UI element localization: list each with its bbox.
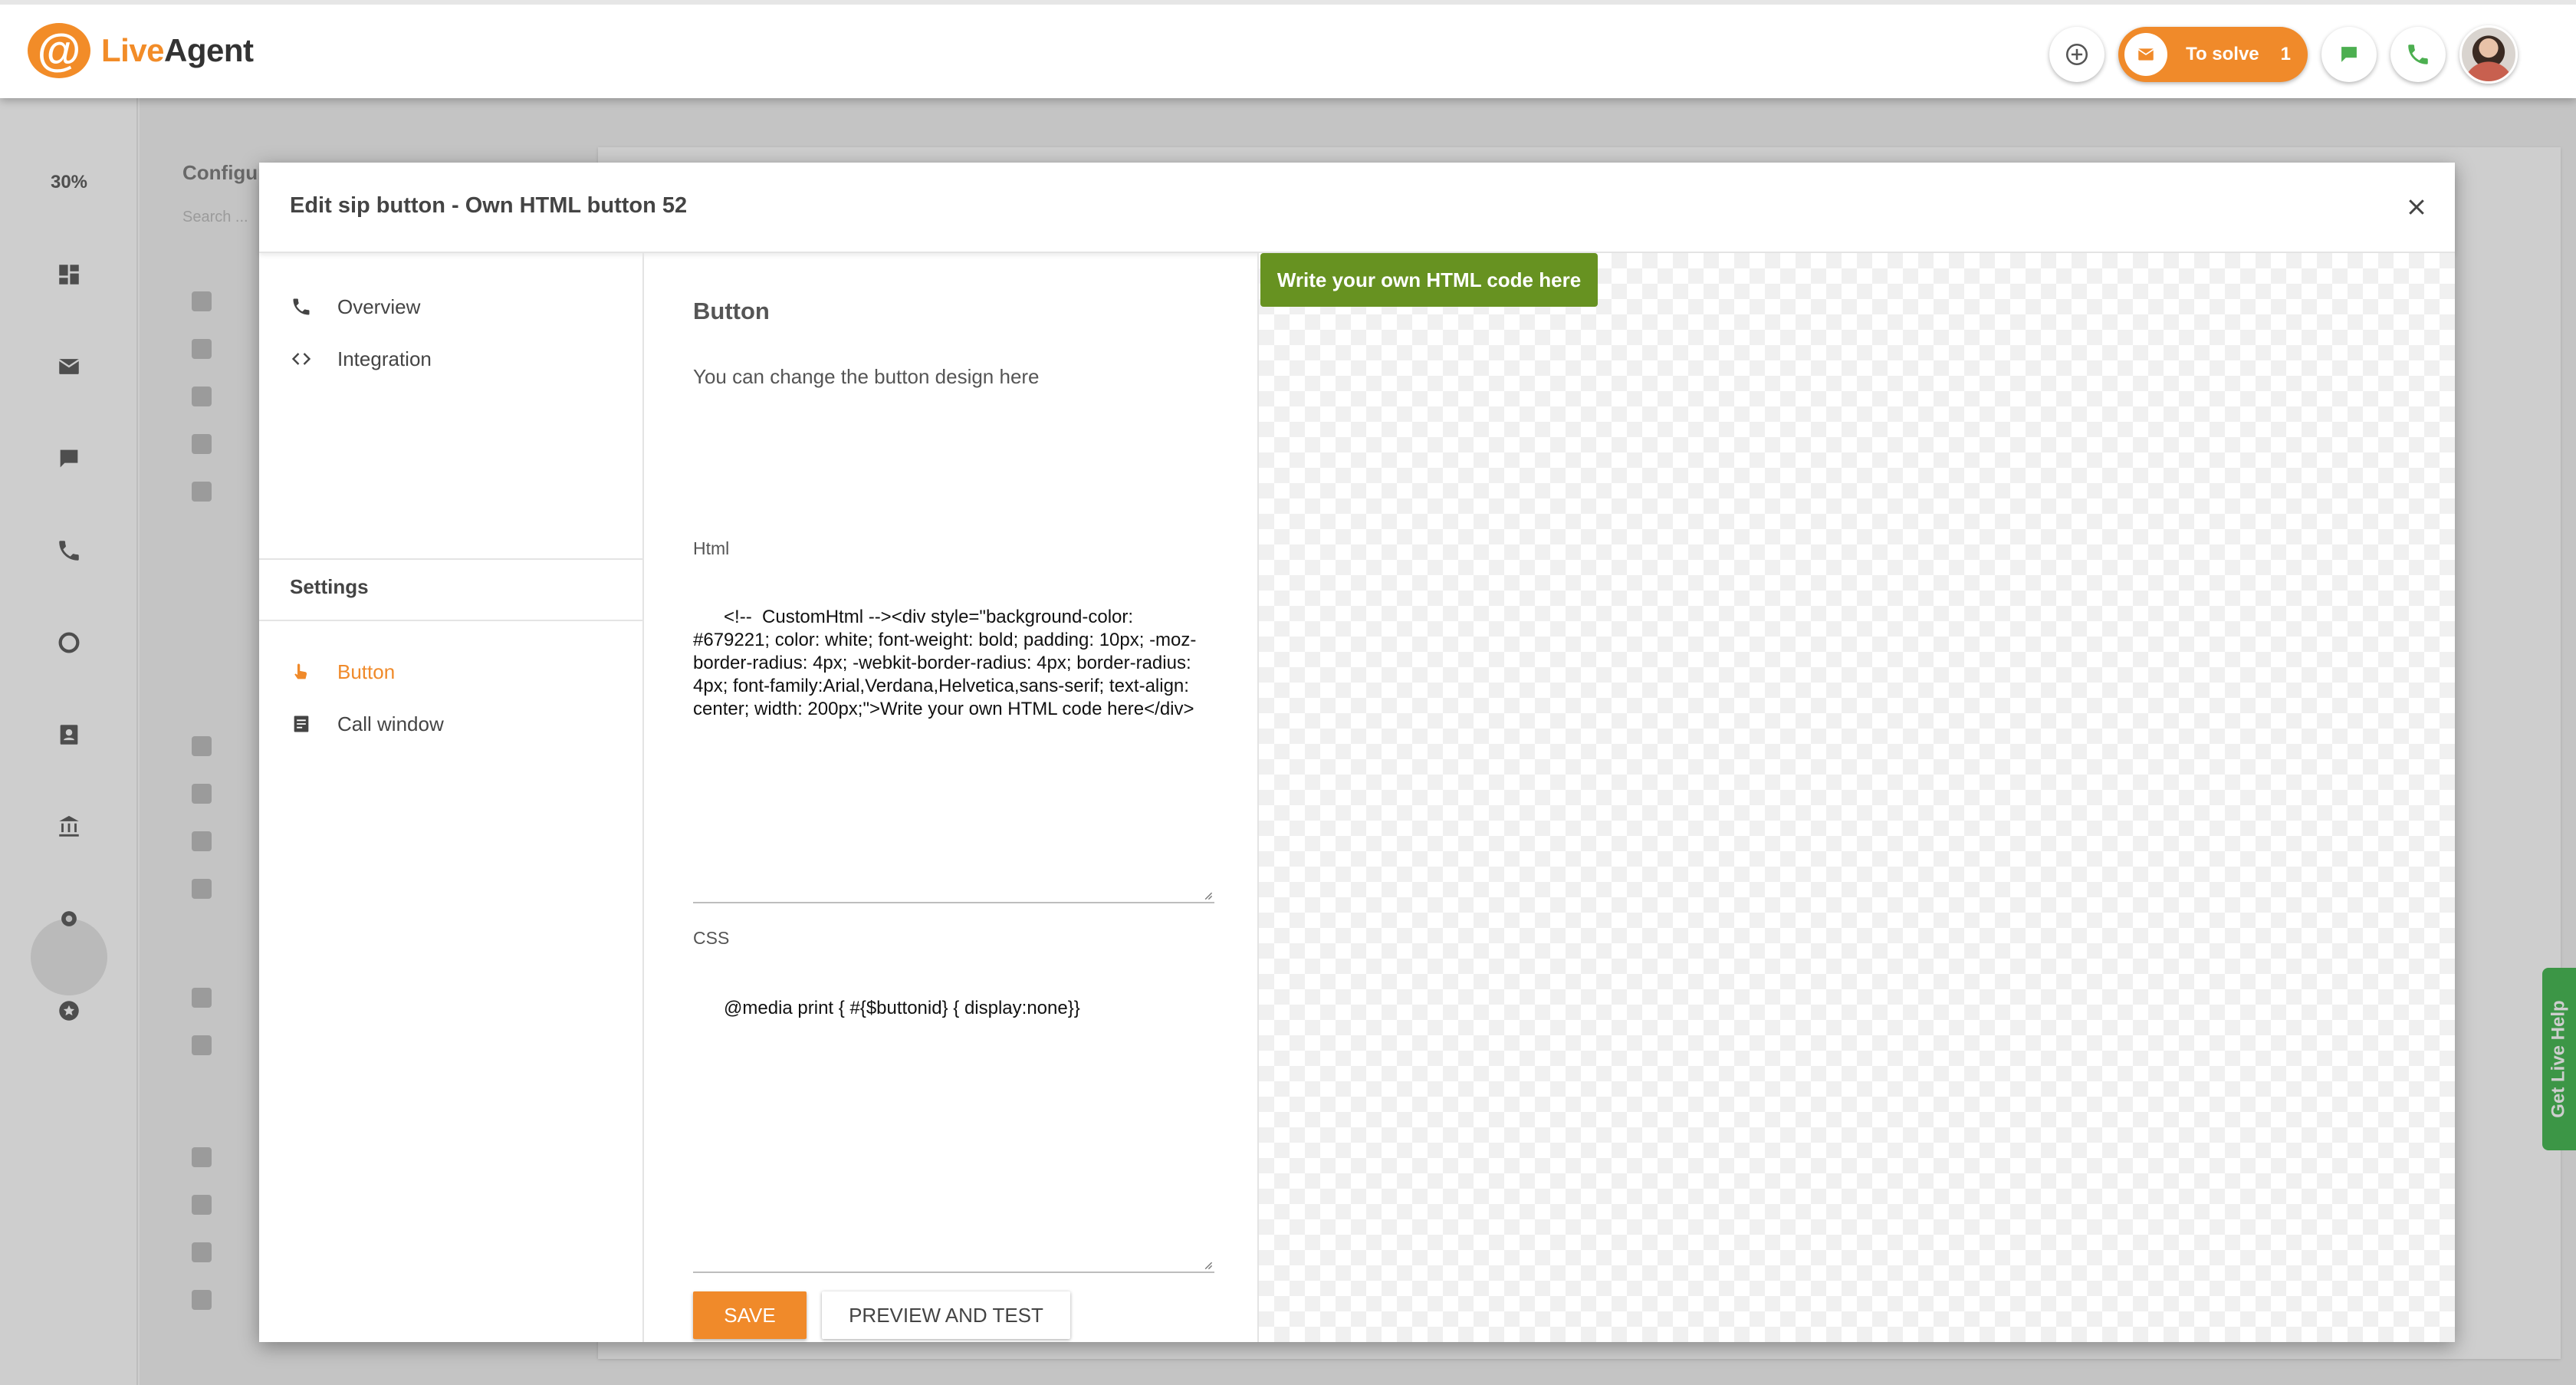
dialog-title: Edit sip button - Own HTML button 52: [290, 193, 688, 218]
nav-button-label: Button: [337, 660, 396, 683]
save-button[interactable]: SAVE: [693, 1291, 807, 1339]
nav-item-overview[interactable]: Overview: [290, 291, 420, 322]
add-button[interactable]: [2049, 27, 2105, 82]
phone-button[interactable]: [2390, 27, 2446, 82]
code-icon: [291, 353, 311, 365]
chat-icon: [2341, 47, 2357, 62]
document-icon: [294, 716, 309, 732]
top-actions: To solve 1: [2049, 25, 2518, 84]
logo-at-icon: @: [28, 23, 90, 78]
html-code-value: <!-- CustomHtml --><div style="backgroun…: [693, 607, 1197, 719]
mail-icon: [2137, 48, 2154, 61]
dialog-header: Edit sip button - Own HTML button 52: [259, 163, 2455, 253]
resize-handle-icon[interactable]: [1202, 890, 1213, 900]
mail-badge: [2124, 33, 2168, 76]
nav-settings-heading: Settings: [290, 575, 369, 598]
phone-icon: [293, 298, 310, 315]
chat-button[interactable]: [2321, 27, 2377, 82]
css-field-label: CSS: [693, 928, 730, 948]
html-field-label: Html: [693, 538, 730, 558]
hand-pointer-icon: [294, 663, 307, 679]
resize-handle-icon[interactable]: [1202, 1259, 1213, 1270]
nav-integration-label: Integration: [337, 347, 432, 370]
to-solve-label: To solve: [2186, 44, 2259, 64]
form-title: Button: [693, 298, 770, 324]
user-avatar[interactable]: [2459, 25, 2518, 84]
button-preview-area: Write your own HTML code here: [1257, 253, 2455, 1342]
plus-circle-icon: [2066, 43, 2088, 66]
nav-item-integration[interactable]: Integration: [290, 344, 432, 374]
nav-call-window-label: Call window: [337, 712, 444, 735]
nav-overview-label: Overview: [337, 294, 421, 318]
liveagent-logo[interactable]: @ LiveAgent: [28, 23, 254, 78]
html-code-textarea[interactable]: <!-- CustomHtml --><div style="backgroun…: [693, 560, 1214, 903]
dialog-navigation: Overview Integration Settings Button Cal…: [259, 253, 644, 1342]
nav-item-button[interactable]: Button: [290, 656, 395, 687]
phone-icon: [2408, 44, 2428, 64]
logo-text: LiveAgent: [101, 32, 254, 69]
preview-and-test-button[interactable]: PREVIEW AND TEST: [822, 1291, 1070, 1339]
css-code-value: @media print { #{$buttonid} { display:no…: [724, 998, 1080, 1018]
to-solve-button[interactable]: To solve 1: [2118, 27, 2308, 82]
logo-agent-text: Agent: [164, 32, 254, 68]
css-code-textarea[interactable]: @media print { #{$buttonid} { display:no…: [693, 951, 1214, 1273]
logo-live-text: Live: [101, 32, 165, 68]
nav-divider: [259, 558, 644, 560]
nav-divider: [259, 620, 644, 621]
button-settings-form: Button You can change the button design …: [646, 253, 1257, 1342]
preview-custom-button[interactable]: Write your own HTML code here: [1260, 253, 1598, 307]
nav-item-call-window[interactable]: Call window: [290, 709, 444, 739]
form-description: You can change the button design here: [693, 365, 1040, 388]
top-bar: @ LiveAgent To solve 1: [0, 0, 2576, 98]
edit-button-dialog: Edit sip button - Own HTML button 52 Ove…: [259, 163, 2455, 1342]
close-button[interactable]: [2400, 190, 2433, 224]
to-solve-count: 1: [2280, 44, 2291, 64]
close-icon: [2409, 199, 2424, 215]
